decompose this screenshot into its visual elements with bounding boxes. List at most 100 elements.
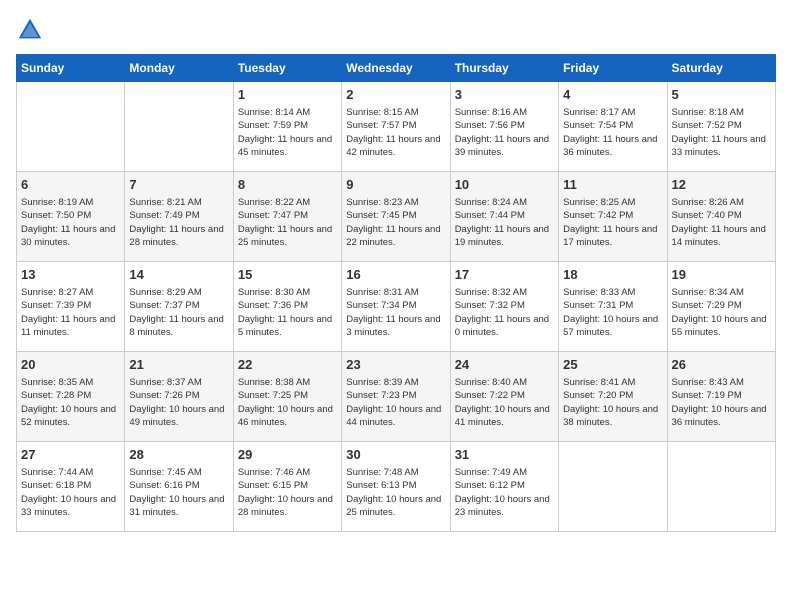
calendar-cell: 8 Sunrise: 8:22 AM Sunset: 7:47 PM Daylig… bbox=[233, 172, 341, 262]
calendar-week-row: 1 Sunrise: 8:14 AM Sunset: 7:59 PM Daylig… bbox=[17, 82, 776, 172]
day-number: 12 bbox=[672, 176, 771, 194]
cell-content: Sunrise: 8:27 AM Sunset: 7:39 PM Dayligh… bbox=[21, 286, 120, 339]
day-number: 1 bbox=[238, 86, 337, 104]
cell-content: Sunrise: 8:19 AM Sunset: 7:50 PM Dayligh… bbox=[21, 196, 120, 249]
day-number: 14 bbox=[129, 266, 228, 284]
cell-content: Sunrise: 8:14 AM Sunset: 7:59 PM Dayligh… bbox=[238, 106, 337, 159]
day-number: 13 bbox=[21, 266, 120, 284]
cell-content: Sunrise: 8:22 AM Sunset: 7:47 PM Dayligh… bbox=[238, 196, 337, 249]
cell-content: Sunrise: 7:46 AM Sunset: 6:15 PM Dayligh… bbox=[238, 466, 337, 519]
day-number: 26 bbox=[672, 356, 771, 374]
column-header-friday: Friday bbox=[559, 55, 667, 82]
cell-content: Sunrise: 8:17 AM Sunset: 7:54 PM Dayligh… bbox=[563, 106, 662, 159]
day-number: 5 bbox=[672, 86, 771, 104]
calendar-week-row: 20 Sunrise: 8:35 AM Sunset: 7:28 PM Dayli… bbox=[17, 352, 776, 442]
column-header-wednesday: Wednesday bbox=[342, 55, 450, 82]
calendar-cell: 14Sunrise: 8:29 AM Sunset: 7:37 PM Dayli… bbox=[125, 262, 233, 352]
day-number: 3 bbox=[455, 86, 554, 104]
calendar-cell: 31 Sunrise: 7:49 AM Sunset: 6:12 PM Dayli… bbox=[450, 442, 558, 532]
cell-content: Sunrise: 7:45 AM Sunset: 6:16 PM Dayligh… bbox=[129, 466, 228, 519]
day-number: 29 bbox=[238, 446, 337, 464]
calendar-cell: 21 Sunrise: 8:37 AM Sunset: 7:26 PM Dayli… bbox=[125, 352, 233, 442]
calendar-cell: 17Sunrise: 8:32 AM Sunset: 7:32 PM Dayli… bbox=[450, 262, 558, 352]
cell-content: Sunrise: 7:49 AM Sunset: 6:12 PM Dayligh… bbox=[455, 466, 554, 519]
calendar-cell: 13 Sunrise: 8:27 AM Sunset: 7:39 PM Dayli… bbox=[17, 262, 125, 352]
cell-content: Sunrise: 8:40 AM Sunset: 7:22 PM Dayligh… bbox=[455, 376, 554, 429]
day-number: 2 bbox=[346, 86, 445, 104]
cell-content: Sunrise: 8:34 AM Sunset: 7:29 PM Dayligh… bbox=[672, 286, 771, 339]
calendar-header-row: SundayMondayTuesdayWednesdayThursdayFrid… bbox=[17, 55, 776, 82]
day-number: 8 bbox=[238, 176, 337, 194]
cell-content: Sunrise: 8:16 AM Sunset: 7:56 PM Dayligh… bbox=[455, 106, 554, 159]
cell-content: Sunrise: 8:24 AM Sunset: 7:44 PM Dayligh… bbox=[455, 196, 554, 249]
column-header-saturday: Saturday bbox=[667, 55, 775, 82]
day-number: 10 bbox=[455, 176, 554, 194]
calendar-cell: 30Sunrise: 7:48 AM Sunset: 6:13 PM Dayli… bbox=[342, 442, 450, 532]
cell-content: Sunrise: 8:37 AM Sunset: 7:26 PM Dayligh… bbox=[129, 376, 228, 429]
cell-content: Sunrise: 8:18 AM Sunset: 7:52 PM Dayligh… bbox=[672, 106, 771, 159]
day-number: 25 bbox=[563, 356, 662, 374]
calendar-table: SundayMondayTuesdayWednesdayThursdayFrid… bbox=[16, 54, 776, 532]
calendar-cell: 19 Sunrise: 8:34 AM Sunset: 7:29 PM Dayli… bbox=[667, 262, 775, 352]
calendar-cell: 10 Sunrise: 8:24 AM Sunset: 7:44 PM Dayli… bbox=[450, 172, 558, 262]
cell-content: Sunrise: 7:48 AM Sunset: 6:13 PM Dayligh… bbox=[346, 466, 445, 519]
calendar-cell: 4 Sunrise: 8:17 AM Sunset: 7:54 PM Daylig… bbox=[559, 82, 667, 172]
calendar-week-row: 27Sunrise: 7:44 AM Sunset: 6:18 PM Dayli… bbox=[17, 442, 776, 532]
calendar-cell: 15 Sunrise: 8:30 AM Sunset: 7:36 PM Dayli… bbox=[233, 262, 341, 352]
day-number: 15 bbox=[238, 266, 337, 284]
calendar-cell: 9 Sunrise: 8:23 AM Sunset: 7:45 PM Daylig… bbox=[342, 172, 450, 262]
cell-content: Sunrise: 8:23 AM Sunset: 7:45 PM Dayligh… bbox=[346, 196, 445, 249]
calendar-cell: 11Sunrise: 8:25 AM Sunset: 7:42 PM Dayli… bbox=[559, 172, 667, 262]
day-number: 4 bbox=[563, 86, 662, 104]
calendar-cell: 22 Sunrise: 8:38 AM Sunset: 7:25 PM Dayli… bbox=[233, 352, 341, 442]
day-number: 7 bbox=[129, 176, 228, 194]
cell-content: Sunrise: 8:43 AM Sunset: 7:19 PM Dayligh… bbox=[672, 376, 771, 429]
cell-content: Sunrise: 7:44 AM Sunset: 6:18 PM Dayligh… bbox=[21, 466, 120, 519]
cell-content: Sunrise: 8:25 AM Sunset: 7:42 PM Dayligh… bbox=[563, 196, 662, 249]
cell-content: Sunrise: 8:33 AM Sunset: 7:31 PM Dayligh… bbox=[563, 286, 662, 339]
logo bbox=[16, 16, 48, 44]
column-header-tuesday: Tuesday bbox=[233, 55, 341, 82]
cell-content: Sunrise: 8:26 AM Sunset: 7:40 PM Dayligh… bbox=[672, 196, 771, 249]
logo-icon bbox=[16, 16, 44, 44]
cell-content: Sunrise: 8:31 AM Sunset: 7:34 PM Dayligh… bbox=[346, 286, 445, 339]
cell-content: Sunrise: 8:38 AM Sunset: 7:25 PM Dayligh… bbox=[238, 376, 337, 429]
column-header-sunday: Sunday bbox=[17, 55, 125, 82]
calendar-cell: 26 Sunrise: 8:43 AM Sunset: 7:19 PM Dayli… bbox=[667, 352, 775, 442]
calendar-week-row: 6 Sunrise: 8:19 AM Sunset: 7:50 PM Daylig… bbox=[17, 172, 776, 262]
cell-content: Sunrise: 8:30 AM Sunset: 7:36 PM Dayligh… bbox=[238, 286, 337, 339]
cell-content: Sunrise: 8:35 AM Sunset: 7:28 PM Dayligh… bbox=[21, 376, 120, 429]
day-number: 22 bbox=[238, 356, 337, 374]
calendar-cell: 24 Sunrise: 8:40 AM Sunset: 7:22 PM Dayli… bbox=[450, 352, 558, 442]
cell-content: Sunrise: 8:15 AM Sunset: 7:57 PM Dayligh… bbox=[346, 106, 445, 159]
calendar-cell: 2 Sunrise: 8:15 AM Sunset: 7:57 PM Daylig… bbox=[342, 82, 450, 172]
day-number: 20 bbox=[21, 356, 120, 374]
day-number: 19 bbox=[672, 266, 771, 284]
calendar-cell: 5 Sunrise: 8:18 AM Sunset: 7:52 PM Daylig… bbox=[667, 82, 775, 172]
calendar-cell bbox=[17, 82, 125, 172]
calendar-cell: 16 Sunrise: 8:31 AM Sunset: 7:34 PM Dayli… bbox=[342, 262, 450, 352]
day-number: 9 bbox=[346, 176, 445, 194]
calendar-cell: 23 Sunrise: 8:39 AM Sunset: 7:23 PM Dayli… bbox=[342, 352, 450, 442]
calendar-cell bbox=[667, 442, 775, 532]
day-number: 24 bbox=[455, 356, 554, 374]
calendar-cell: 18 Sunrise: 8:33 AM Sunset: 7:31 PM Dayli… bbox=[559, 262, 667, 352]
day-number: 31 bbox=[455, 446, 554, 464]
cell-content: Sunrise: 8:32 AM Sunset: 7:32 PM Dayligh… bbox=[455, 286, 554, 339]
calendar-cell: 7Sunrise: 8:21 AM Sunset: 7:49 PM Daylig… bbox=[125, 172, 233, 262]
day-number: 23 bbox=[346, 356, 445, 374]
page-header bbox=[16, 16, 776, 44]
cell-content: Sunrise: 8:39 AM Sunset: 7:23 PM Dayligh… bbox=[346, 376, 445, 429]
calendar-cell: 27Sunrise: 7:44 AM Sunset: 6:18 PM Dayli… bbox=[17, 442, 125, 532]
day-number: 28 bbox=[129, 446, 228, 464]
calendar-cell: 29 Sunrise: 7:46 AM Sunset: 6:15 PM Dayli… bbox=[233, 442, 341, 532]
calendar-cell: 12 Sunrise: 8:26 AM Sunset: 7:40 PM Dayli… bbox=[667, 172, 775, 262]
calendar-cell: 28 Sunrise: 7:45 AM Sunset: 6:16 PM Dayli… bbox=[125, 442, 233, 532]
calendar-cell: 6 Sunrise: 8:19 AM Sunset: 7:50 PM Daylig… bbox=[17, 172, 125, 262]
day-number: 21 bbox=[129, 356, 228, 374]
day-number: 6 bbox=[21, 176, 120, 194]
calendar-cell bbox=[125, 82, 233, 172]
day-number: 16 bbox=[346, 266, 445, 284]
day-number: 18 bbox=[563, 266, 662, 284]
calendar-cell: 3 Sunrise: 8:16 AM Sunset: 7:56 PM Daylig… bbox=[450, 82, 558, 172]
